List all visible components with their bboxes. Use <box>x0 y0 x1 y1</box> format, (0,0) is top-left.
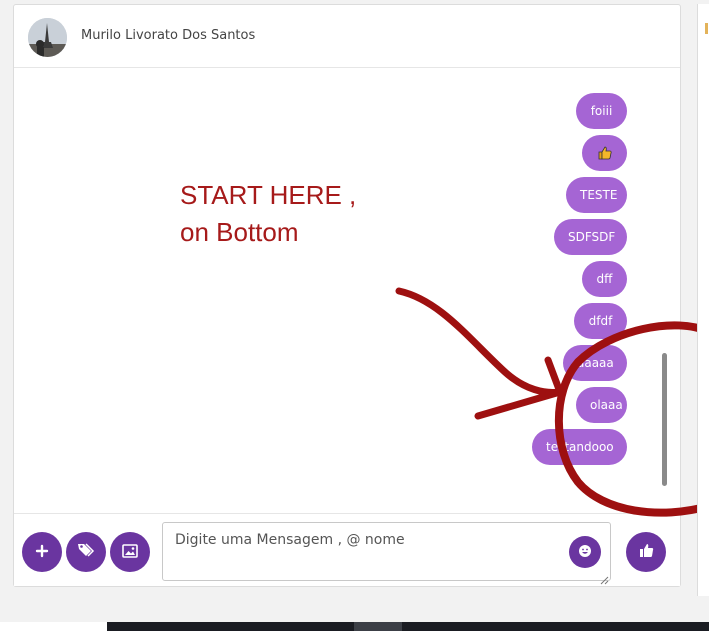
red-arrow-annotation <box>395 287 709 517</box>
panel-marker <box>705 23 708 34</box>
taskbar-active-item[interactable] <box>354 622 402 631</box>
side-panel <box>697 4 709 596</box>
taskbar-strip <box>107 622 709 631</box>
